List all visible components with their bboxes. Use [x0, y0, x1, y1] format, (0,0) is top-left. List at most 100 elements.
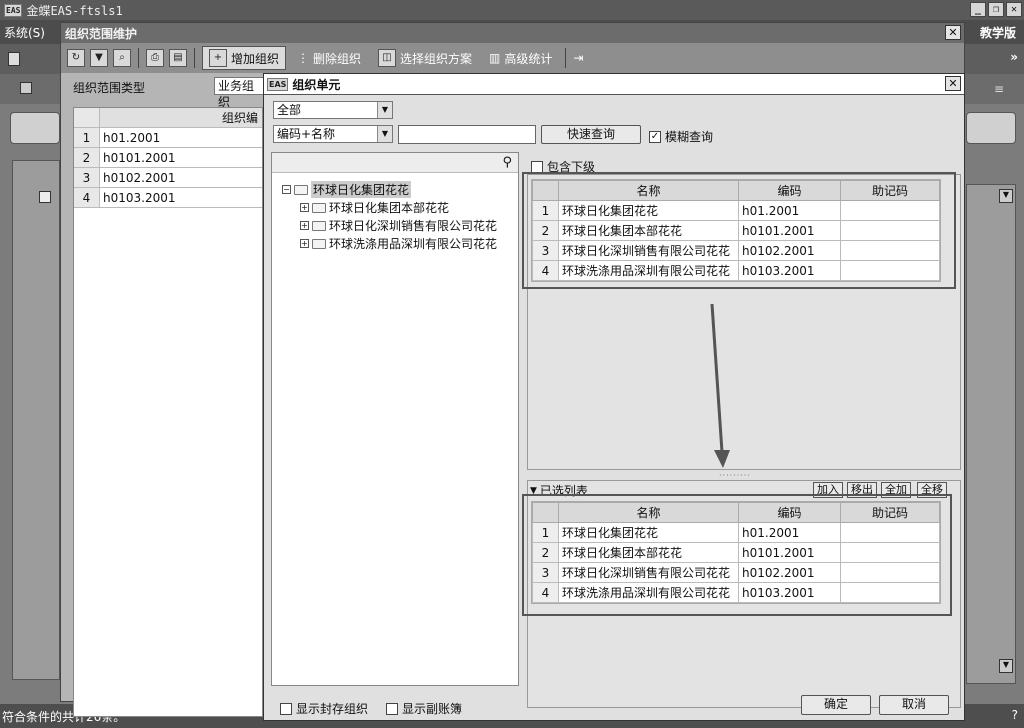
tree-node[interactable]: + 环球洗涤用品深圳有限公司花花: [300, 235, 497, 252]
quick-search-button[interactable]: 快速查询: [541, 125, 641, 144]
field-select[interactable]: 编码+名称 ▼: [273, 125, 393, 143]
collapse-icon[interactable]: −: [282, 185, 291, 194]
ok-button[interactable]: 确定: [801, 695, 871, 715]
tree-node[interactable]: + 环球日化深圳销售有限公司花花: [300, 217, 497, 234]
help-icon[interactable]: ?: [1012, 708, 1018, 722]
expand-icon[interactable]: +: [300, 203, 309, 212]
toolbar-separator: [565, 48, 567, 68]
app-right-grid[interactable]: ▼ ▼: [966, 184, 1016, 684]
show-sealed-checkbox[interactable]: 显示封存组织: [280, 700, 368, 717]
expand-icon[interactable]: +: [300, 239, 309, 248]
search-icon[interactable]: ⚲: [502, 155, 512, 170]
tree-root-node[interactable]: − 环球日化集团花花: [282, 181, 412, 198]
field-select-value: 编码+名称: [277, 127, 336, 141]
scope-type-select[interactable]: 业务组织: [214, 77, 264, 109]
checkbox-unchecked-icon: [531, 160, 543, 173]
select-scheme-label: 选择组织方案: [400, 51, 473, 66]
scheme-icon: ◫: [378, 49, 397, 67]
exit-icon[interactable]: ⇥: [573, 51, 583, 65]
delete-org-button[interactable]: ⋮ 删除组织: [291, 46, 367, 70]
new-icon[interactable]: [8, 52, 20, 66]
folder-icon: [312, 220, 326, 231]
folder-icon: [312, 202, 326, 213]
folder-icon: [312, 238, 326, 249]
table-row[interactable]: 2 h0101.2001: [74, 148, 262, 168]
scroll-bottom-icon[interactable]: ▼: [999, 659, 1013, 673]
eas-logo-icon: EAS: [267, 77, 289, 91]
available-highlight-frame: [522, 172, 956, 289]
show-sealed-label: 显示封存组织: [296, 702, 369, 716]
stats-icon: ▥: [489, 51, 501, 65]
dropdown-arrow-icon[interactable]: ▼: [377, 102, 392, 118]
org-code-cell: h0103.2001: [103, 191, 176, 205]
show-sub-ledger-checkbox[interactable]: 显示副账簿: [386, 700, 462, 717]
maintain-dialog-title-bar: 组织范围维护 ✕: [61, 23, 964, 43]
tree-node-label: 环球日化集团本部花花: [329, 201, 450, 215]
app-tab-icon[interactable]: [20, 82, 32, 94]
tree-root-label: 环球日化集团花花: [311, 181, 412, 198]
print-preview-icon[interactable]: ▤: [169, 49, 187, 67]
show-sub-ledger-label: 显示副账簿: [402, 702, 463, 716]
selected-highlight-frame: [522, 494, 952, 616]
table-row[interactable]: 1 h01.2001: [74, 128, 262, 148]
toolbar-separator: [194, 48, 195, 68]
org-unit-dialog: EAS 组织单元 ✕ 全部 ▼ 编码+名称 ▼ 快速查询 ✓ 模糊查询 ⚲ − …: [263, 73, 965, 721]
search-input[interactable]: [398, 125, 536, 144]
scope-org-grid: 组织编 1 h01.2001 2 h0101.2001 3 h0102.2001…: [73, 107, 263, 717]
expand-icon[interactable]: +: [300, 221, 309, 230]
filter-icon[interactable]: ▼: [90, 49, 108, 67]
cancel-button[interactable]: 取消: [879, 695, 949, 715]
tree-search-bar[interactable]: ⚲: [272, 153, 518, 173]
delete-org-label: 删除组织: [313, 51, 362, 66]
print-icon[interactable]: ⎙: [146, 49, 164, 67]
minimize-button[interactable]: _: [970, 2, 986, 17]
fuzzy-search-checkbox[interactable]: ✓ 模糊查询: [649, 128, 713, 145]
app-left-tree[interactable]: [12, 160, 60, 680]
advanced-stats-button[interactable]: ▥ 高级统计: [483, 46, 558, 70]
tree-node-label: 环球日化深圳销售有限公司花花: [329, 219, 498, 233]
org-code-cell: h01.2001: [103, 131, 161, 145]
menu-list-icon[interactable]: ≡: [994, 82, 1004, 96]
advanced-stats-label: 高级统计: [504, 51, 553, 66]
app-logo-icon: EAS: [4, 3, 23, 17]
checkbox-unchecked-icon: [386, 702, 398, 715]
app-query-box[interactable]: [10, 112, 60, 144]
maintain-close-button[interactable]: ✕: [945, 25, 961, 40]
grid-header-row: 组织编: [74, 108, 262, 128]
org-code-cell: h0102.2001: [103, 171, 176, 185]
row-number: 2: [74, 148, 100, 167]
filter-select[interactable]: 全部 ▼: [273, 101, 393, 119]
dropdown-arrow-icon[interactable]: ▼: [377, 126, 392, 142]
tree-node-label: 环球洗涤用品深圳有限公司花花: [329, 237, 498, 251]
edition-label: 教学版: [979, 26, 1016, 40]
app-query-box-right[interactable]: [966, 112, 1016, 144]
checkbox-unchecked-icon: [280, 702, 292, 715]
overflow-icon[interactable]: »: [1010, 50, 1018, 64]
maintain-dialog-title: 组织范围维护: [65, 26, 138, 41]
org-code-cell: h0101.2001: [103, 151, 176, 165]
org-dialog-title-bar: EAS 组织单元 ✕: [264, 74, 964, 95]
app-title-bar: EAS 金蝶EAS-ftsls1 _ ❐ ✕: [0, 0, 1024, 20]
row-number: 4: [74, 188, 100, 207]
add-org-button[interactable]: + 增加组织: [202, 46, 287, 70]
maximize-button[interactable]: ❐: [988, 2, 1004, 17]
checkbox-checked-icon: ✓: [649, 130, 661, 143]
find-icon[interactable]: ⌕: [113, 49, 131, 67]
refresh-icon[interactable]: ↻: [67, 49, 85, 67]
select-scheme-button[interactable]: ◫ 选择组织方案: [372, 46, 478, 70]
row-number: 3: [74, 168, 100, 187]
menu-system[interactable]: 系统(S): [4, 24, 45, 41]
table-row[interactable]: 4 h0103.2001: [74, 188, 262, 208]
app-title: 金蝶EAS-ftsls1: [26, 3, 123, 18]
scroll-down-icon[interactable]: ▼: [999, 189, 1013, 203]
close-app-button[interactable]: ✕: [1006, 2, 1022, 17]
org-tree-panel: ⚲ − 环球日化集团花花 + 环球日化集团本部花花 + 环球日化深圳销售有限公司…: [271, 152, 519, 686]
splitter-handle-icon[interactable]: ·········: [719, 471, 751, 480]
tree-node[interactable]: + 环球日化集团本部花花: [300, 199, 449, 216]
delete-org-icon: ⋮: [297, 51, 310, 65]
maintain-toolbar: ↻ ▼ ⌕ ⎙ ▤ + 增加组织 ⋮ 删除组织 ◫ 选择组织方案 ▥ 高级统计 …: [61, 43, 964, 73]
row-number: 1: [74, 128, 100, 147]
org-dialog-close-button[interactable]: ✕: [945, 76, 961, 91]
code-column-header[interactable]: 组织编: [100, 108, 262, 127]
table-row[interactable]: 3 h0102.2001: [74, 168, 262, 188]
